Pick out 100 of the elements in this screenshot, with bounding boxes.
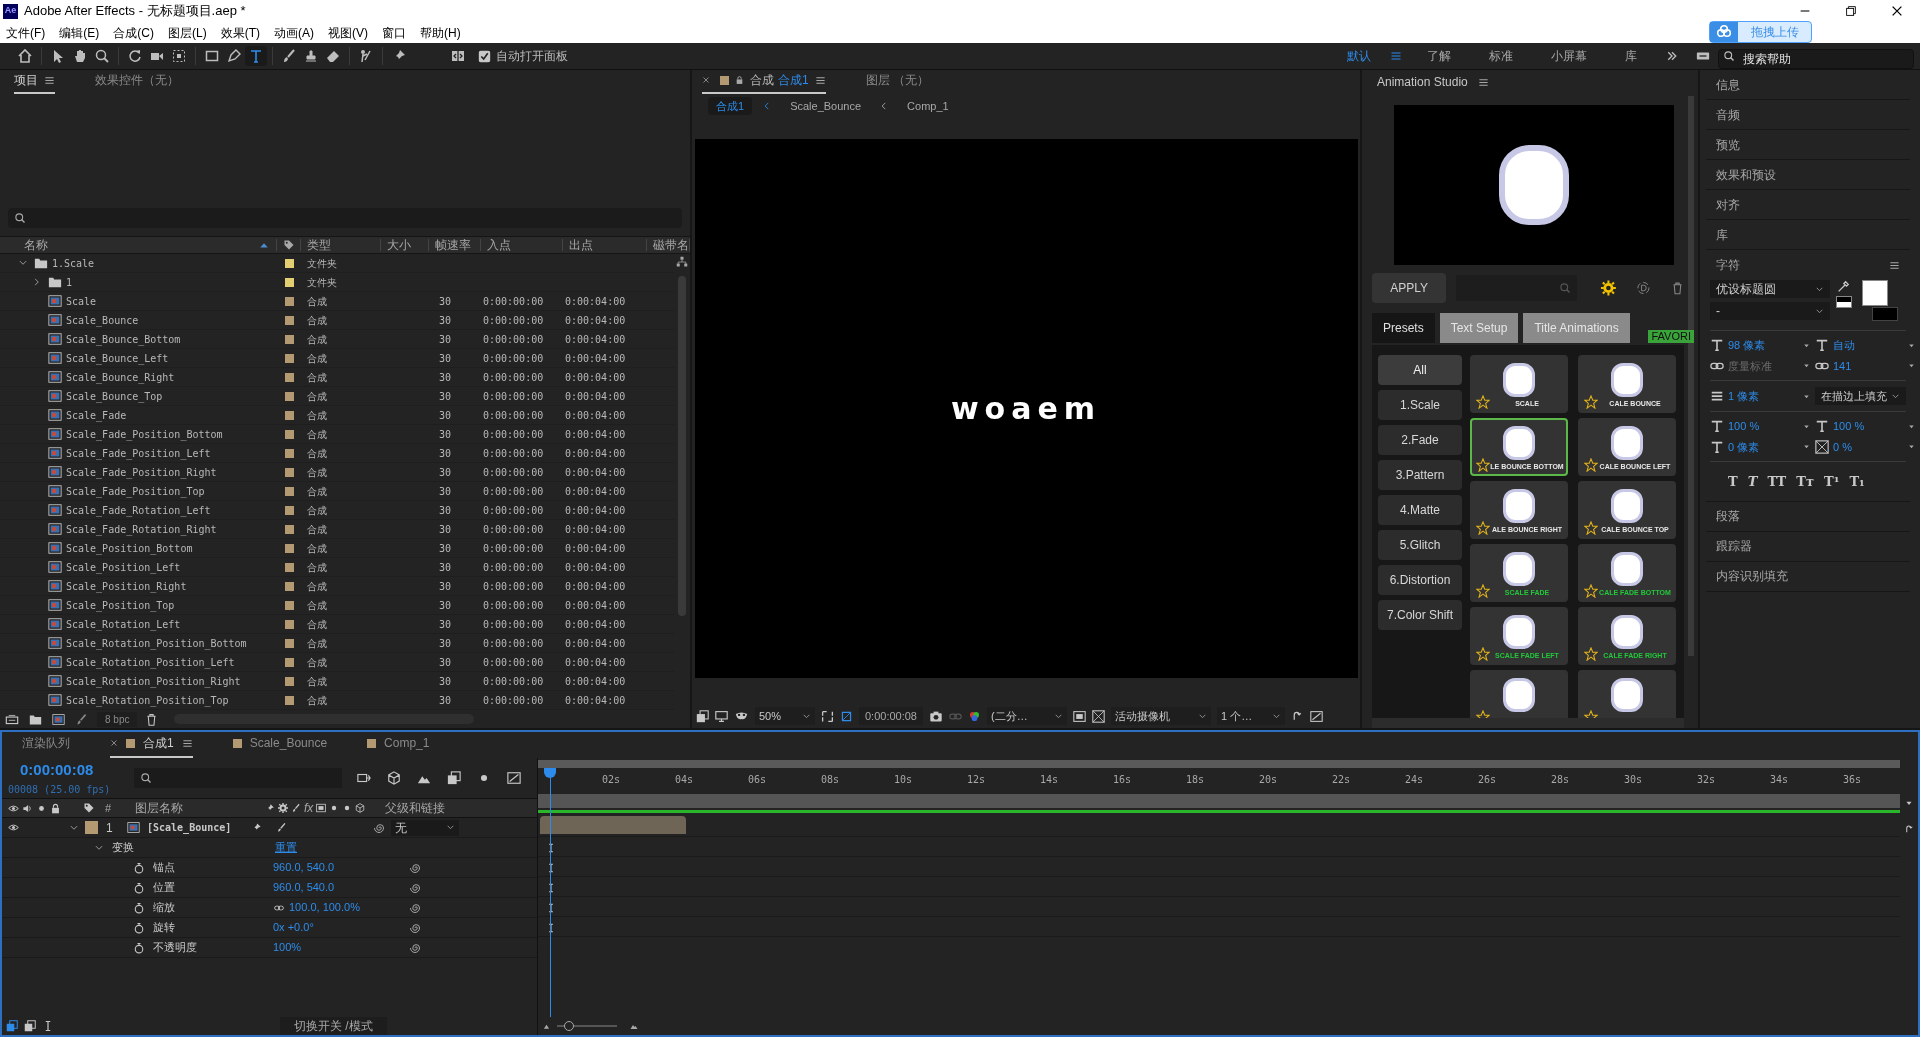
- layers-icon[interactable]: [696, 709, 709, 723]
- menu-item[interactable]: 图层(L): [168, 23, 207, 42]
- stopwatch-icon[interactable]: [133, 861, 145, 874]
- snapshot-icon[interactable]: [929, 709, 943, 723]
- item-name[interactable]: Scale_Fade_Rotation_Left: [66, 502, 211, 518]
- vertical-scale-value[interactable]: 100 %: [1728, 418, 1798, 435]
- label-color-swatch[interactable]: [284, 543, 294, 553]
- shy-switch-icon[interactable]: [251, 822, 262, 833]
- item-name[interactable]: Scale_Fade_Position_Left: [66, 445, 211, 461]
- text-tool-icon[interactable]: [245, 46, 267, 66]
- text-style-button[interactable]: T₁: [1849, 472, 1865, 492]
- collapse-switch-icon[interactable]: [278, 803, 288, 813]
- new-composition-icon[interactable]: [51, 712, 66, 726]
- timecode[interactable]: 0:00:00:08: [8, 759, 120, 782]
- stroke-width-value[interactable]: 1 像素: [1728, 387, 1798, 405]
- item-name[interactable]: Scale_Position_Right: [66, 578, 187, 594]
- item-name[interactable]: Scale_Rotation_Left: [66, 616, 181, 632]
- property-value[interactable]: 960.0, 540.0: [273, 859, 335, 876]
- label-color-swatch[interactable]: [284, 391, 294, 401]
- item-name[interactable]: Scale_Bounce: [66, 312, 139, 328]
- new-folder-icon[interactable]: [28, 712, 43, 726]
- pick-whip-icon[interactable]: [409, 921, 421, 934]
- item-name[interactable]: Scale_Rotation_Position_Left: [66, 654, 235, 670]
- item-name[interactable]: Scale_Rotation_Position_Top: [66, 692, 229, 708]
- font-family-dropdown[interactable]: 优设标题圆: [1710, 280, 1830, 298]
- panel-header[interactable]: 预览: [1716, 135, 1740, 154]
- stroke-mode-dropdown[interactable]: 在描边上填充: [1815, 387, 1906, 405]
- breadcrumb-item[interactable]: Comp_1: [899, 96, 957, 116]
- column-header[interactable]: 磁带名: [653, 239, 689, 251]
- label-color-swatch[interactable]: [284, 486, 294, 496]
- transfer-icon[interactable]: [24, 1020, 36, 1032]
- menu-icon[interactable]: [181, 737, 193, 749]
- breadcrumb-item[interactable]: Scale_Bounce: [782, 96, 870, 116]
- constrain-proportions-icon[interactable]: [273, 902, 285, 913]
- search-field[interactable]: [1456, 275, 1578, 301]
- item-name[interactable]: Scale_Fade_Position_Right: [66, 464, 217, 480]
- text-style-button[interactable]: T¹: [1824, 472, 1840, 492]
- toggle-icon[interactable]: [840, 709, 853, 723]
- item-name[interactable]: Scale_Rotation_Position_Bottom: [66, 635, 247, 651]
- label-tag-icon[interactable]: [83, 802, 95, 814]
- tsume-value[interactable]: 0 %: [1833, 438, 1903, 455]
- text-style-button[interactable]: T: [1728, 472, 1738, 492]
- text-style-button[interactable]: Tт: [1796, 472, 1814, 492]
- views-dropdown[interactable]: 1 个…: [1217, 707, 1285, 725]
- star-icon[interactable]: [1476, 395, 1490, 409]
- search-field[interactable]: [134, 768, 342, 788]
- settings-icon[interactable]: [1601, 280, 1617, 296]
- lock-icon[interactable]: [50, 802, 61, 814]
- panel-tab[interactable]: 图层 （无）: [865, 71, 930, 89]
- trash-icon[interactable]: [145, 712, 159, 726]
- search-field[interactable]: 搜索帮助: [1718, 49, 1914, 69]
- interpret-footage-icon[interactable]: [4, 712, 20, 726]
- layers-icon[interactable]: [6, 1020, 18, 1032]
- font-size-value[interactable]: 98 像素: [1728, 337, 1798, 354]
- label-color-swatch[interactable]: [284, 524, 294, 534]
- stroke-color-swatch[interactable]: [1872, 307, 1898, 321]
- column-header[interactable]: 出点: [569, 239, 593, 251]
- menu-item[interactable]: 效果(T): [220, 23, 260, 42]
- category-button[interactable]: 7.Color Shift: [1378, 600, 1462, 630]
- workspace-tab[interactable]: 默认: [1328, 43, 1390, 69]
- column-header[interactable]: 名称: [24, 236, 48, 254]
- star-icon[interactable]: [1584, 458, 1598, 472]
- search-field[interactable]: [8, 208, 682, 228]
- label-color-swatch[interactable]: [284, 562, 294, 572]
- label-tag-icon[interactable]: [282, 239, 295, 251]
- playhead-handle[interactable]: [544, 768, 557, 778]
- item-name[interactable]: Scale_Bounce_Left: [66, 350, 169, 366]
- menu-icon[interactable]: [44, 74, 55, 86]
- text-style-button[interactable]: T: [1747, 472, 1758, 492]
- property-value[interactable]: 100%: [273, 939, 302, 956]
- graph-editor-icon[interactable]: [506, 771, 522, 785]
- star-icon[interactable]: [1584, 395, 1598, 409]
- panel-tab[interactable]: 渲染队列: [22, 734, 70, 752]
- layer-name[interactable]: [Scale_Bounce]: [147, 820, 247, 835]
- menu-icon[interactable]: [1889, 259, 1900, 271]
- label-color-swatch[interactable]: [284, 372, 294, 382]
- draft-3d-icon[interactable]: [386, 771, 402, 785]
- menu-item[interactable]: 文件(F): [6, 23, 46, 42]
- label-color-swatch[interactable]: [284, 334, 294, 344]
- item-name[interactable]: Scale_Fade: [66, 407, 127, 423]
- parent-dropdown[interactable]: 无: [391, 819, 459, 836]
- property-value[interactable]: 0x +0.0°: [273, 919, 314, 936]
- item-name[interactable]: 1.Scale: [52, 255, 95, 271]
- item-name[interactable]: 1: [66, 274, 73, 290]
- menu-item[interactable]: 动画(A): [274, 23, 314, 42]
- zoom-out-icon[interactable]: [542, 1022, 551, 1030]
- stopwatch-icon[interactable]: [133, 901, 145, 914]
- panel-header[interactable]: 库: [1716, 225, 1728, 244]
- column-header[interactable]: 大小: [387, 239, 411, 251]
- text-style-button[interactable]: TT: [1767, 472, 1787, 492]
- trash-icon[interactable]: [1671, 280, 1684, 296]
- label-color-swatch[interactable]: [284, 277, 294, 287]
- double-chevron-icon[interactable]: [1666, 50, 1678, 62]
- panel-toggle-icon[interactable]: [450, 48, 466, 64]
- bit-depth-button[interactable]: 8 bpc: [97, 711, 138, 727]
- label-color-swatch[interactable]: [284, 581, 294, 591]
- item-name[interactable]: Scale_Bounce_Top: [66, 388, 163, 404]
- font-style-dropdown[interactable]: -: [1710, 302, 1830, 320]
- panel-header[interactable]: 音频: [1716, 105, 1740, 124]
- circle-d-icon[interactable]: [1636, 280, 1651, 296]
